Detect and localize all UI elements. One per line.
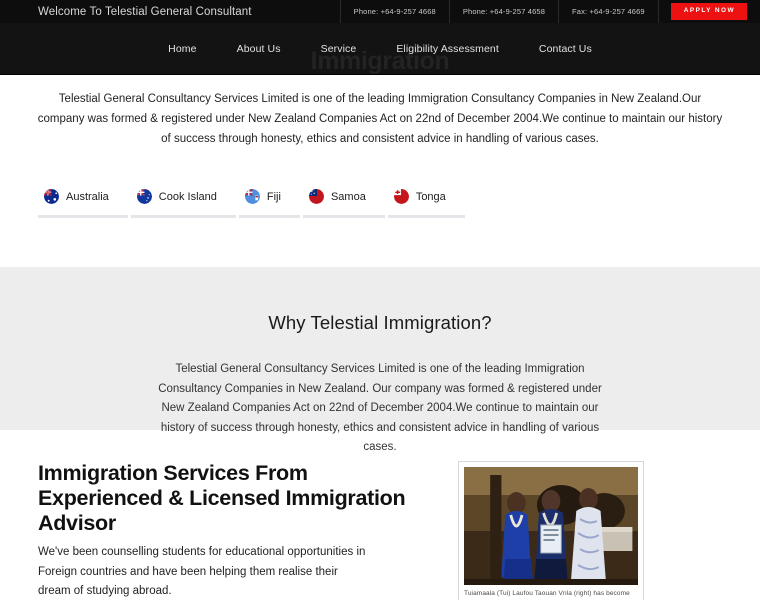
welcome-message: Welcome To Telestial General Consultant xyxy=(0,0,341,23)
country-tab-samoa[interactable]: Samoa xyxy=(302,189,385,218)
nav-links: Home About Us Service Eligibility Assess… xyxy=(148,43,612,55)
country-tab-tonga[interactable]: Tonga xyxy=(387,189,465,218)
country-tab-fiji[interactable]: Fiji xyxy=(238,189,300,218)
flag-cook-island-icon xyxy=(136,189,152,204)
flag-tonga-icon xyxy=(393,189,409,204)
country-tabs-section: Australia Cook Island Fiji Samoa Tonga xyxy=(0,189,760,218)
services-paragraph: We've been counselling students for educ… xyxy=(38,546,366,597)
top-utility-bar: Welcome To Telestial General Consultant … xyxy=(0,0,760,23)
country-label-tonga: Tonga xyxy=(415,190,446,203)
why-section: Why Telestial Immigration? Telestial Gen… xyxy=(0,267,760,453)
intro-section: Telestial General Consultancy Services L… xyxy=(0,75,760,149)
flag-fiji-icon xyxy=(244,189,260,204)
phone-secondary[interactable]: Phone: +64-9-257 4658 xyxy=(450,0,560,23)
intro-paragraph: Telestial General Consultancy Services L… xyxy=(37,93,723,145)
flag-australia-icon xyxy=(44,189,59,204)
nav-item-home[interactable]: Home xyxy=(148,43,216,55)
country-label-cook-island: Cook Island xyxy=(158,190,217,203)
flag-samoa-icon xyxy=(308,189,324,204)
photo-caption: Tuiamaala (Tui) Laufou Taouan Vnla (righ… xyxy=(464,590,630,597)
nav-item-contact-us[interactable]: Contact Us xyxy=(519,43,612,55)
phone-primary[interactable]: Phone: +64-9-257 4668 xyxy=(341,0,450,23)
country-tab-cook-island[interactable]: Cook Island xyxy=(130,189,236,218)
main-navigation-bar: Immigration Home About Us Service Eligib… xyxy=(0,23,760,75)
services-heading: Immigration Services From Experienced & … xyxy=(38,461,406,535)
services-media-column: Tuiamaala (Tui) Laufou Taouan Vnla (righ… xyxy=(454,461,728,600)
nav-item-service[interactable]: Service xyxy=(301,43,377,55)
country-label-samoa: Samoa xyxy=(330,190,366,203)
apply-now-container: APPLY NOW xyxy=(659,0,760,23)
country-label-australia: Australia xyxy=(66,190,109,203)
country-tab-australia[interactable]: Australia xyxy=(38,189,128,218)
why-heading: Why Telestial Immigration? xyxy=(268,312,492,333)
photo-card: Tuiamaala (Tui) Laufou Taouan Vnla (righ… xyxy=(458,461,644,600)
award-ceremony-photo xyxy=(464,467,638,585)
country-tabs: Australia Cook Island Fiji Samoa Tonga xyxy=(38,189,468,218)
nav-item-about-us[interactable]: About Us xyxy=(217,43,301,55)
apply-now-button[interactable]: APPLY NOW xyxy=(670,3,747,20)
nav-item-eligibility-assessment[interactable]: Eligibility Assessment xyxy=(376,43,519,55)
fax-number: Fax: +64-9-257 4669 xyxy=(559,0,659,23)
services-text-column: Immigration Services From Experienced & … xyxy=(38,461,428,600)
country-label-fiji: Fiji xyxy=(266,190,281,203)
